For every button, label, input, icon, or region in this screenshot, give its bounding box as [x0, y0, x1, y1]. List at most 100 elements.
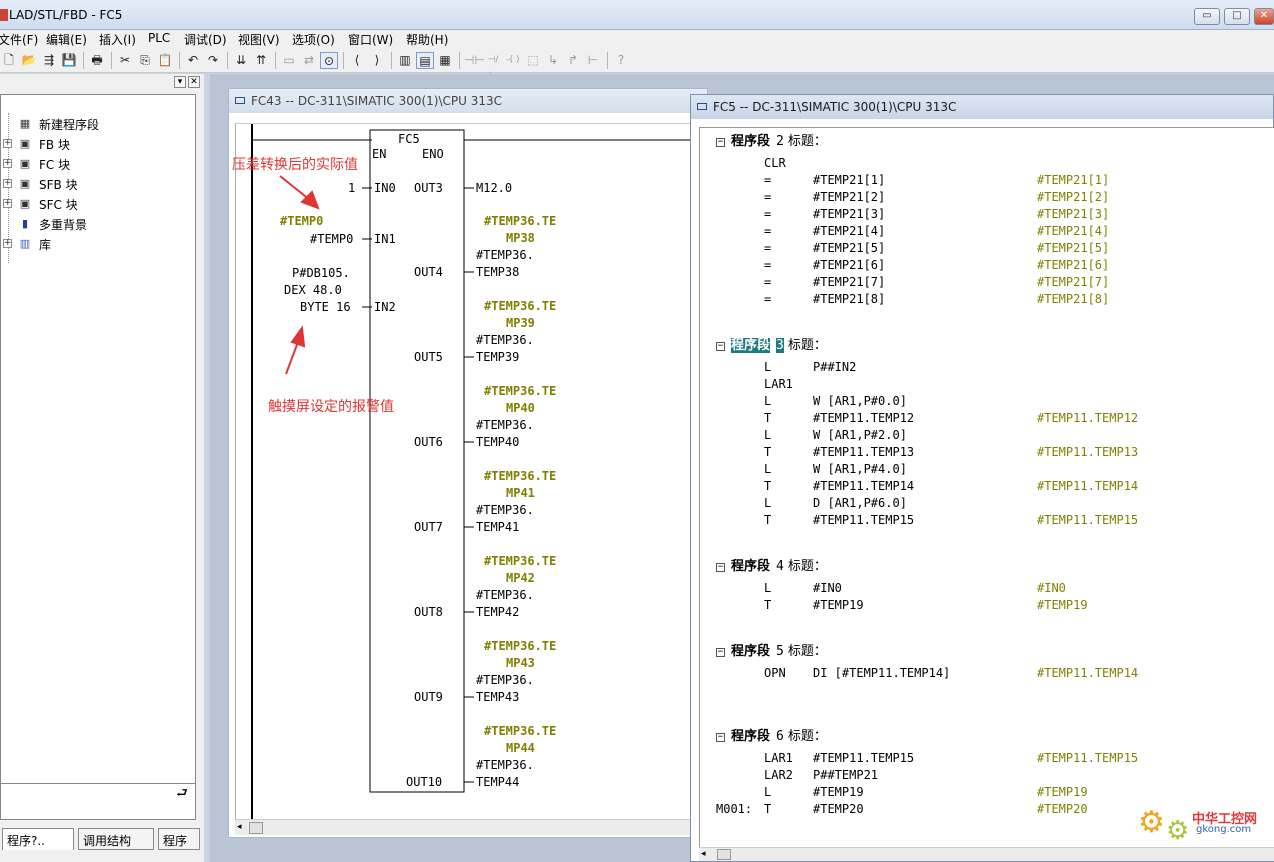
panel-close-button[interactable]: ✕	[188, 76, 200, 88]
collapse-icon[interactable]: −	[716, 342, 725, 351]
tree-item[interactable]: + ▥ 库	[1, 235, 191, 253]
stl-icon[interactable]: ⊣⊢	[464, 52, 485, 69]
tab-program-elements[interactable]: 程序?..	[2, 828, 74, 850]
tab-call-structure[interactable]: 调用结构	[78, 828, 154, 850]
tab-program-elements-label: 程序?..	[7, 834, 45, 848]
network-header[interactable]: − 程序段 2 标题：	[716, 130, 827, 149]
tree-item-label: 库	[39, 238, 52, 252]
maximize-button[interactable]: □	[1224, 8, 1250, 25]
paste-icon[interactable]: 📋	[156, 52, 174, 69]
tree-item[interactable]: + ▣ FC 块	[1, 155, 191, 173]
expand-icon[interactable]: +	[3, 159, 12, 168]
fc5-window-title[interactable]: FC5 -- DC-311\SIMATIC 300(1)\CPU 313C	[691, 95, 1273, 119]
monitor-icon[interactable]: ▭	[280, 52, 298, 69]
network-header[interactable]: − 程序段 5 标题：	[716, 640, 827, 659]
network-header[interactable]: − 程序段 4 标题：	[716, 555, 827, 574]
output-comment-line: MP43	[506, 656, 535, 670]
title-bar: LAD/STL/FBD - FC5 ▭ □ ✕	[0, 0, 1274, 30]
expand-icon[interactable]: +	[3, 139, 12, 148]
stl-operand: #TEMP11.TEMP12	[813, 411, 915, 425]
contact-no-icon[interactable]: -( )	[504, 52, 522, 69]
tab-program[interactable]: 程序	[158, 828, 200, 850]
branch-close-icon[interactable]: ?	[612, 52, 630, 69]
fbd-icon[interactable]: ⊣/⊢	[484, 52, 502, 81]
toolbar-separator	[391, 52, 392, 69]
fc5-horizontal-scrollbar[interactable]: ◂	[699, 847, 1274, 861]
empty-box-icon[interactable]: ↱	[564, 52, 582, 69]
scroll-thumb[interactable]	[717, 849, 731, 860]
save-icon[interactable]: 💾	[60, 52, 78, 69]
network-header[interactable]: − 程序段 6 标题：	[716, 725, 827, 744]
scroll-left-icon[interactable]: ◂	[237, 822, 247, 834]
expand-icon[interactable]: +	[3, 239, 12, 248]
pin-icon[interactable]: ⮐	[171, 784, 193, 806]
menu-edit[interactable]: 编辑(E)	[46, 31, 87, 48]
stl-symbol-comment: #TEMP11.TEMP14	[1037, 479, 1139, 493]
print-icon[interactable]: 🖶	[88, 52, 106, 69]
overview-icon[interactable]: ▥	[396, 52, 414, 69]
network-icon[interactable]: ⇄	[300, 52, 318, 69]
stl-operand: #TEMP11.TEMP15	[813, 513, 915, 527]
sfc-block-icon: ▣	[19, 197, 31, 210]
stl-operand: #TEMP21[5]	[813, 241, 886, 255]
fc5-window[interactable]: FC5 -- DC-311\SIMATIC 300(1)\CPU 313C − 程…	[690, 94, 1274, 862]
tree-item[interactable]: ▮ 多重背景	[1, 215, 191, 233]
expand-icon[interactable]: +	[3, 179, 12, 188]
toolbar-separator	[179, 52, 180, 69]
panel-tabs: 程序?.. 调用结构 程序	[0, 828, 204, 850]
menu-help[interactable]: 帮助(H)	[406, 31, 448, 48]
menu-view[interactable]: 视图(V)	[238, 31, 280, 48]
menu-options[interactable]: 选项(O)	[292, 31, 335, 48]
branch-open-icon[interactable]: ⊢	[584, 52, 602, 69]
stl-operation: =	[764, 207, 772, 221]
stl-operand: #TEMP19	[813, 785, 864, 799]
collapse-icon[interactable]: −	[716, 563, 725, 572]
collapse-icon[interactable]: −	[716, 138, 725, 147]
lad-icon[interactable]: ▦	[436, 52, 454, 69]
output-pin: OUT9	[414, 690, 443, 704]
upload-icon[interactable]: ⇈	[252, 52, 270, 69]
tree-item[interactable]: + ▣ SFC 块	[1, 195, 191, 213]
stl-editor[interactable]: − 程序段 2 标题： CLR = #TEMP21[1] #TEMP21[1] = #TEMP21…	[699, 127, 1274, 849]
mdi-workspace: FC43 -- DC-311\SIMATIC 300(1)\CPU 313C F…	[210, 74, 1274, 862]
new-icon[interactable]: 🗋	[0, 52, 18, 69]
copy-icon[interactable]: ⎘	[136, 52, 154, 69]
stl-operation: L	[764, 360, 772, 374]
scroll-thumb[interactable]	[249, 822, 263, 834]
menu-debug[interactable]: 调试(D)	[184, 31, 227, 48]
menu-plc[interactable]: PLC	[148, 31, 170, 45]
network-number: 2	[776, 134, 784, 149]
menu-file[interactable]: 文件(F)	[0, 31, 38, 48]
stl-operand: #TEMP21[2]	[813, 190, 886, 204]
accessible-nodes-icon[interactable]: ⇶	[40, 52, 58, 69]
coil-icon[interactable]: ↳	[544, 52, 562, 69]
details-icon[interactable]: ▤	[416, 52, 434, 69]
open-icon[interactable]: 📂	[20, 52, 38, 69]
expand-icon[interactable]: +	[3, 199, 12, 208]
collapse-icon[interactable]: −	[716, 733, 725, 742]
library-icon: ▥	[19, 237, 31, 250]
download-icon[interactable]: ⇊	[232, 52, 250, 69]
close-button[interactable]: ✕	[1254, 8, 1274, 25]
stl-operation: =	[764, 241, 772, 255]
toolbar: 🗋📂⇶💾 🖶 ✂⎘📋 ↶↷ ⇊⇈ ▭⇄⊙ ⟨⟩ ▥▤▦ ⊣⊢⊣/⊢-( )⬚↳↱⊢?	[0, 48, 1274, 81]
collapse-icon[interactable]: −	[716, 648, 725, 657]
next-bookmark-icon[interactable]: ⟩	[368, 52, 386, 69]
contact-nc-icon[interactable]: ⬚	[524, 52, 542, 69]
redo-icon[interactable]: ↷	[204, 52, 222, 69]
tree-item[interactable]: + ▣ SFB 块	[1, 175, 191, 193]
network-header[interactable]: − 程序段 3 标题：	[716, 334, 827, 353]
multi-instance-icon: ▮	[21, 217, 29, 230]
scroll-left-icon[interactable]: ◂	[701, 849, 706, 859]
glasses-icon[interactable]: ⊙	[320, 52, 338, 69]
tree-item[interactable]: ▦ 新建程序段	[1, 115, 191, 133]
menu-window[interactable]: 窗口(W)	[348, 31, 393, 48]
menu-insert[interactable]: 插入(I)	[99, 31, 136, 48]
undo-icon[interactable]: ↶	[184, 52, 202, 69]
minimize-button[interactable]: ▭	[1194, 8, 1220, 25]
panel-dropdown-button[interactable]: ▾	[174, 76, 186, 88]
cut-icon[interactable]: ✂	[116, 52, 134, 69]
prev-bookmark-icon[interactable]: ⟨	[348, 52, 366, 69]
fc43-horizontal-scrollbar[interactable]: ◂	[235, 819, 709, 835]
tree-item[interactable]: + ▣ FB 块	[1, 135, 191, 153]
